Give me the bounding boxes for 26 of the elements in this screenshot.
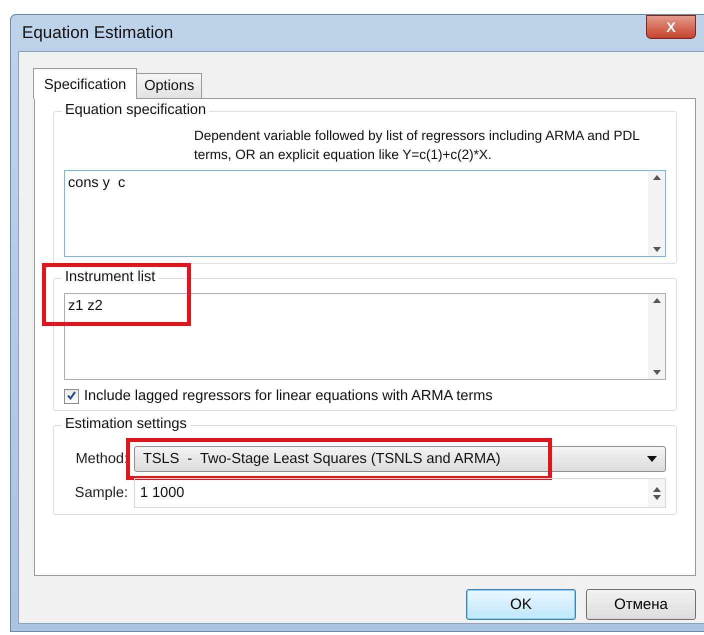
dialog-button[interactable]: Отмена xyxy=(586,589,696,620)
sample-label: Sample: xyxy=(74,485,128,501)
hint-text: Dependent variable followed by list of regressors including ARMA and PDL terms, OR an explicit equation like Y=c(1)+c(2)*X. xyxy=(194,127,640,164)
spinner[interactable] xyxy=(648,479,665,507)
down-arrow-icon xyxy=(652,247,660,252)
window-title: Equation Estimation xyxy=(21,23,174,43)
checkbox[interactable] xyxy=(64,388,79,404)
down-arrow-icon xyxy=(652,370,660,375)
tab[interactable]: Options xyxy=(136,73,202,98)
method-label: Method: xyxy=(74,451,128,467)
up-arrow-icon xyxy=(652,298,660,303)
scrollbar[interactable] xyxy=(648,294,665,379)
up-arrow-icon xyxy=(652,486,660,492)
instrument-field[interactable]: z1 z2 xyxy=(64,293,666,380)
group-legend: Estimation settings xyxy=(62,416,190,432)
caret-icon xyxy=(647,456,657,462)
dialog-button[interactable]: OK xyxy=(466,589,576,620)
scrollbar[interactable] xyxy=(648,171,665,256)
equation-field[interactable]: cons y c xyxy=(64,170,666,257)
down-arrow-icon xyxy=(652,494,660,500)
up-arrow-icon xyxy=(652,175,660,180)
method-dropdown[interactable]: TSLS - Two-Stage Least Squares (TSNLS and ARMA) xyxy=(134,446,666,472)
checkbox-label: Include lagged regressors for linear equations with ARMA terms xyxy=(84,388,493,404)
sample-field[interactable]: 1 1000 xyxy=(134,478,666,508)
tab[interactable]: Specification xyxy=(33,68,138,99)
group-legend: Equation specification xyxy=(62,102,210,118)
